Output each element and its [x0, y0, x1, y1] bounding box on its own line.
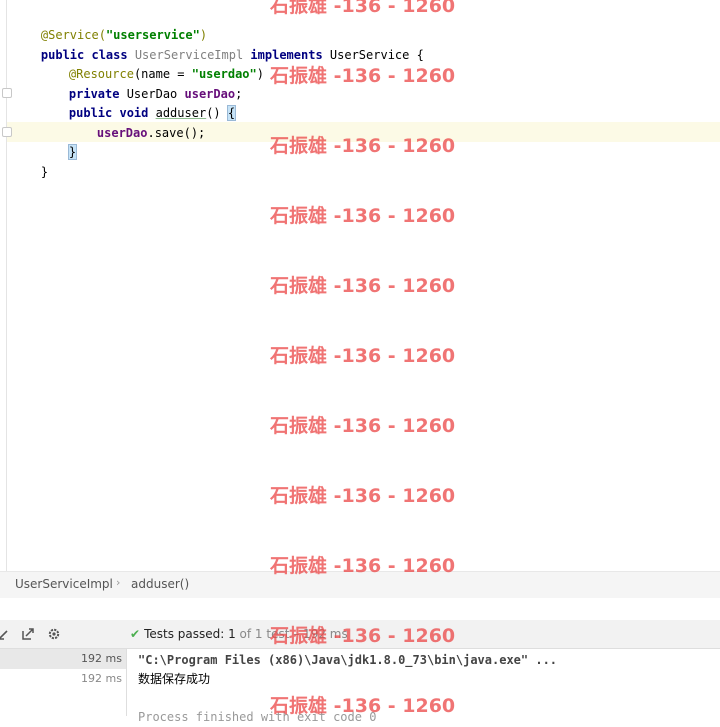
test-duration: 192 ms — [81, 652, 122, 665]
code-line[interactable]: @Resource(name = "userdao") — [40, 44, 264, 81]
matched-brace: { — [226, 105, 237, 121]
run-tool-window: ✔ Tests passed: 1 of 1 test – 192 ms 192 … — [0, 598, 720, 724]
code-token: } — [40, 165, 49, 179]
code-token: .save(); — [147, 126, 206, 140]
code-token: ) — [256, 67, 264, 81]
console-command-line: "C:\Program Files (x86)\Java\jdk1.8.0_73… — [138, 653, 558, 667]
run-toolbar: ✔ Tests passed: 1 of 1 test – 192 ms — [0, 620, 720, 649]
matched-brace: } — [67, 144, 78, 160]
breadcrumb-item-class[interactable]: UserServiceImpl — [15, 577, 113, 591]
code-editor[interactable]: @Service("userservice") public class Use… — [0, 0, 720, 571]
console-exit-line: Process finished with exit code 0 — [138, 710, 377, 724]
export-icon[interactable] — [20, 626, 36, 642]
status-prefix: Tests passed: — [144, 627, 229, 641]
status-suffix: of 1 test – 192 ms — [235, 627, 348, 641]
code-line[interactable]: } — [40, 122, 78, 160]
fold-marker-icon[interactable] — [2, 88, 12, 98]
breadcrumb-separator: › — [116, 576, 121, 589]
test-duration: 192 ms — [81, 672, 122, 685]
code-token: UserService { — [329, 48, 424, 62]
code-line[interactable]: public void adduser() { — [40, 83, 237, 121]
code-line[interactable]: userDao.save(); — [68, 103, 205, 140]
code-line[interactable]: @Service("userservice") — [12, 5, 207, 42]
console-output-line: 数据保存成功 — [138, 672, 211, 686]
code-line[interactable]: private UserDao userDao; — [40, 64, 242, 101]
breadcrumb-item-method[interactable]: adduser() — [131, 577, 189, 591]
console-output[interactable]: "C:\Program Files (x86)\Java\jdk1.8.0_73… — [127, 649, 720, 724]
code-token: () — [206, 106, 228, 120]
code-line[interactable]: } — [12, 142, 48, 179]
test-status: ✔ Tests passed: 1 of 1 test – 192 ms — [130, 627, 348, 641]
code-token: ; — [235, 87, 243, 101]
collapse-icon[interactable] — [0, 626, 12, 642]
test-tree: 192 ms 192 ms — [0, 649, 127, 716]
test-tree-row[interactable]: 192 ms — [0, 669, 126, 689]
gutter-divider — [6, 0, 7, 571]
status-count: 1 — [228, 627, 236, 641]
test-tree-row[interactable]: 192 ms — [0, 649, 126, 669]
breadcrumb: UserServiceImpl › adduser() — [0, 571, 720, 599]
gear-icon[interactable] — [46, 626, 62, 642]
code-line[interactable]: public class UserServiceImpl implements … — [12, 25, 424, 62]
fold-marker-icon[interactable] — [2, 127, 12, 137]
check-icon: ✔ — [130, 627, 141, 641]
field-token: userDao — [96, 126, 148, 140]
